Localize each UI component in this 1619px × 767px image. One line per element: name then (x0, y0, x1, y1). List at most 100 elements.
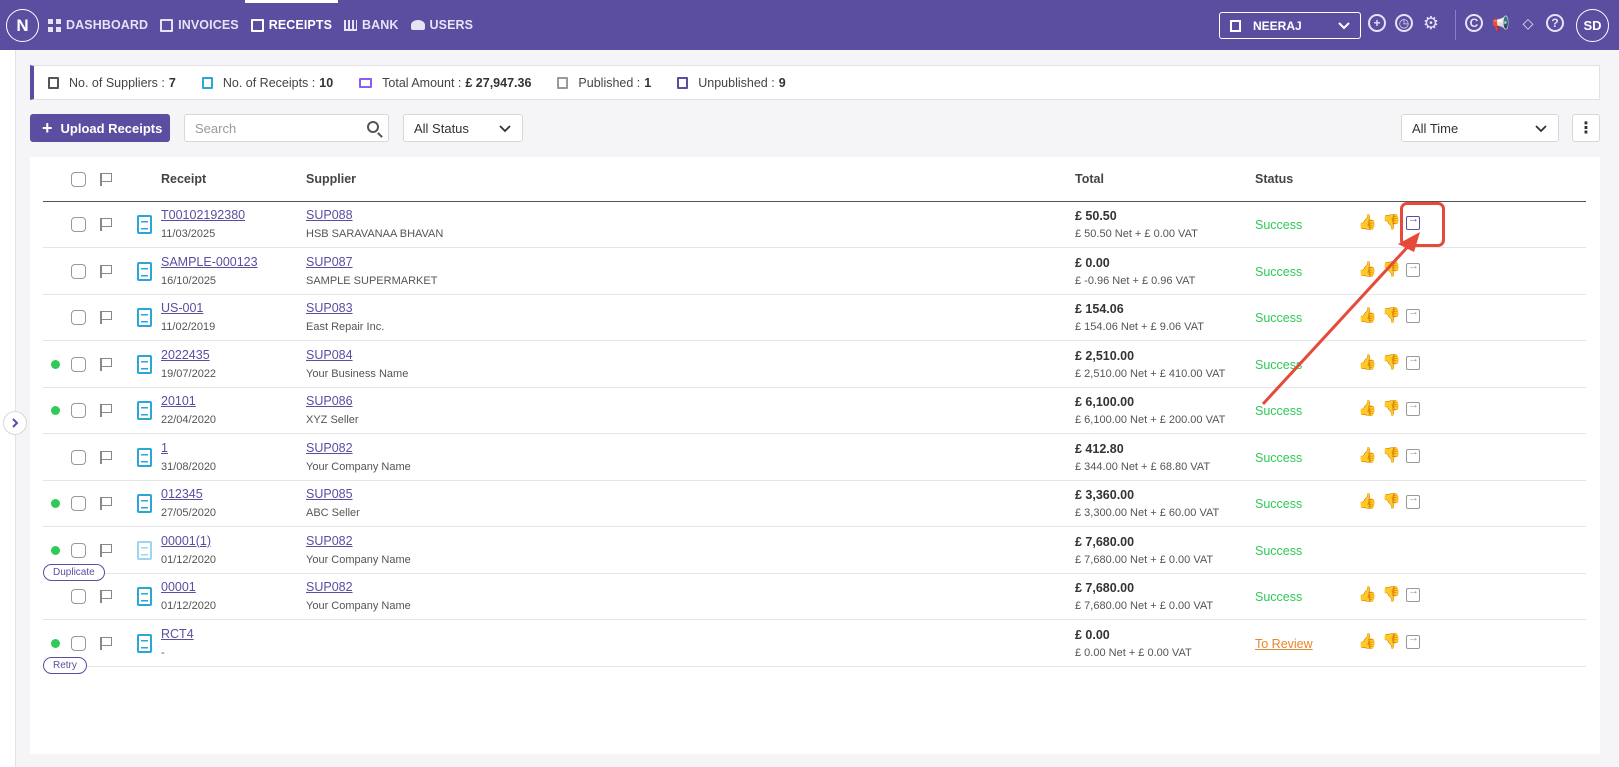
nav-invoices[interactable]: INVOICES (160, 0, 239, 50)
nav-bank[interactable]: BANK (344, 0, 399, 50)
integrations-icon[interactable]: ◇ (1519, 14, 1537, 32)
nav-receipts[interactable]: RECEIPTS (244, 0, 339, 50)
receipt-number-link[interactable]: 1 (161, 441, 168, 455)
table-row[interactable]: US-001 11/02/2019 SUP083 East Repair Inc. £ … (43, 295, 1586, 341)
receipt-document-icon[interactable] (137, 261, 152, 281)
table-row[interactable]: RCT4 - £ 0.00 £ 0.00 Net + £ 0.00 VAT To Rev… (43, 621, 1586, 674)
receipt-number-link[interactable]: SAMPLE-000123 (161, 255, 258, 269)
table-row[interactable]: 2022435 19/07/2022 SUP084 Your Business Nam… (43, 342, 1586, 388)
status-filter-select[interactable]: All Status (403, 114, 523, 142)
history-icon[interactable]: ◷ (1395, 14, 1413, 32)
table-row[interactable]: SAMPLE-000123 16/10/2025 SUP087 SAMPLE SUPE… (43, 249, 1586, 295)
header-total[interactable]: Total (1075, 172, 1104, 186)
currency-c-icon[interactable]: C (1465, 14, 1483, 32)
receipt-document-icon[interactable] (137, 215, 152, 234)
receipt-number-link[interactable]: 2022435 (161, 348, 210, 362)
receipt-number-link[interactable]: 20101 (161, 394, 196, 408)
flag-icon[interactable] (100, 543, 112, 557)
publish-icon[interactable] (1406, 260, 1420, 277)
supplier-code-link[interactable]: SUP082 (306, 441, 353, 455)
sidebar-expand-toggle[interactable] (3, 411, 27, 435)
publish-icon[interactable] (1406, 446, 1420, 463)
table-row[interactable]: 00001 01/12/2020 SUP082 Your Company Name £ … (43, 574, 1586, 620)
reject-thumbs-down-icon[interactable]: 👎 (1382, 633, 1401, 650)
more-options-kebab-icon[interactable]: ⋮ (1572, 114, 1600, 142)
receipt-number-link[interactable]: US-001 (161, 301, 203, 315)
receipt-number-link[interactable]: RCT4 (161, 627, 194, 641)
table-row[interactable]: 20101 22/04/2020 SUP086 XYZ Seller £ 6,100.0… (43, 388, 1586, 434)
header-supplier[interactable]: Supplier (306, 172, 356, 186)
receipt-document-icon[interactable] (137, 494, 152, 513)
receipt-number-link[interactable]: 00001(1) (161, 534, 211, 548)
flag-icon[interactable] (100, 218, 112, 231)
flag-icon[interactable] (100, 404, 112, 417)
approve-thumbs-up-icon[interactable]: 👍 (1358, 401, 1377, 417)
reject-thumbs-down-icon[interactable]: 👎 (1382, 494, 1401, 510)
user-avatar[interactable]: SD (1576, 9, 1609, 42)
row-status-badge[interactable]: Retry (43, 656, 87, 674)
receipt-number-link[interactable]: 00001 (161, 580, 196, 594)
supplier-code-link[interactable]: SUP082 (306, 580, 353, 594)
table-row[interactable]: 00001(1) 01/12/2020 SUP082 Your Company Nam… (43, 528, 1586, 581)
receipt-number-link[interactable]: 012345 (161, 487, 203, 501)
flag-icon[interactable] (100, 311, 112, 324)
supplier-code-link[interactable]: SUP087 (306, 255, 353, 269)
row-checkbox[interactable] (71, 356, 86, 372)
receipt-document-icon[interactable] (137, 308, 152, 327)
supplier-code-link[interactable]: SUP085 (306, 487, 353, 501)
reject-thumbs-down-icon[interactable]: 👎 (1382, 587, 1401, 603)
flag-icon[interactable] (100, 264, 112, 278)
flag-header-icon[interactable] (100, 173, 112, 186)
reject-thumbs-down-icon[interactable]: 👎 (1382, 447, 1401, 464)
receipt-document-icon[interactable] (137, 401, 152, 420)
approve-thumbs-up-icon[interactable]: 👍 (1358, 633, 1377, 650)
flag-icon[interactable] (100, 497, 112, 510)
supplier-code-link[interactable]: SUP082 (306, 534, 353, 548)
row-checkbox[interactable] (71, 635, 86, 651)
approve-thumbs-up-icon[interactable]: 👍 (1358, 447, 1377, 464)
publish-icon[interactable] (1406, 632, 1420, 649)
supplier-code-link[interactable]: SUP086 (306, 394, 353, 408)
flag-icon[interactable] (100, 636, 112, 650)
approve-thumbs-up-icon[interactable]: 👍 (1358, 587, 1377, 603)
publish-icon[interactable] (1406, 492, 1420, 509)
help-icon[interactable]: ? (1546, 14, 1564, 32)
flag-icon[interactable] (100, 357, 112, 371)
flag-icon[interactable] (100, 590, 112, 603)
table-row[interactable]: 012345 27/05/2020 SUP085 ABC Seller £ 3,360.… (43, 481, 1586, 527)
approve-thumbs-up-icon[interactable]: 👍 (1358, 308, 1377, 324)
row-checkbox[interactable] (71, 263, 86, 279)
add-circle-icon[interactable]: + (1368, 14, 1386, 32)
receipt-document-icon[interactable] (137, 633, 152, 653)
supplier-code-link[interactable]: SUP084 (306, 348, 353, 362)
approve-thumbs-up-icon[interactable]: 👍 (1358, 261, 1377, 278)
receipt-document-icon[interactable] (137, 540, 152, 560)
header-status[interactable]: Status (1255, 172, 1293, 186)
reject-thumbs-down-icon[interactable]: 👎 (1382, 215, 1401, 231)
nav-users[interactable]: USERS (410, 0, 474, 50)
upload-receipts-button[interactable]: + Upload Receipts (30, 114, 170, 142)
settings-gear-icon[interactable]: ⚙ (1422, 13, 1440, 33)
publish-icon[interactable] (1406, 399, 1420, 416)
search-icon[interactable] (367, 121, 379, 133)
megaphone-icon[interactable]: 📢 (1492, 14, 1510, 32)
receipt-number-link[interactable]: T00102192380 (161, 208, 245, 222)
search-input[interactable]: Search (184, 114, 389, 142)
select-all-checkbox[interactable] (71, 172, 86, 187)
row-checkbox[interactable] (71, 217, 86, 232)
row-checkbox[interactable] (71, 496, 86, 511)
receipt-document-icon[interactable] (137, 587, 152, 606)
nav-dashboard[interactable]: DASHBOARD (48, 0, 148, 50)
row-checkbox[interactable] (71, 542, 86, 558)
table-row[interactable]: 1 31/08/2020 SUP082 Your Company Name £ 412.… (43, 435, 1586, 481)
row-checkbox[interactable] (71, 403, 86, 418)
reject-thumbs-down-icon[interactable]: 👎 (1382, 354, 1401, 371)
row-checkbox[interactable] (71, 449, 86, 465)
approve-thumbs-up-icon[interactable]: 👍 (1358, 354, 1377, 371)
reject-thumbs-down-icon[interactable]: 👎 (1382, 401, 1401, 417)
publish-icon[interactable] (1406, 306, 1420, 323)
header-receipt[interactable]: Receipt (161, 172, 206, 186)
reject-thumbs-down-icon[interactable]: 👎 (1382, 308, 1401, 324)
app-logo[interactable]: N (6, 9, 39, 42)
row-status-badge[interactable]: Duplicate (43, 563, 105, 581)
